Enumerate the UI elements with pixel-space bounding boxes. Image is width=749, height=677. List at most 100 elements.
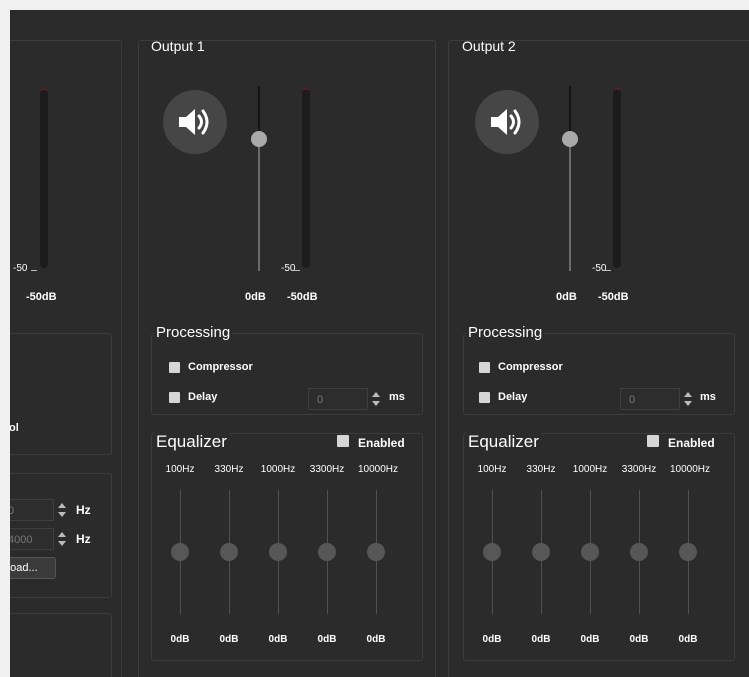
output-1-equalizer-title: Equalizer: [154, 432, 229, 452]
spinner-down-icon: [372, 401, 380, 406]
output-2-delay-label: Delay: [498, 391, 528, 403]
output-1-eq-enabled-checkbox[interactable]: [337, 435, 349, 447]
output-2-volume-track: [569, 139, 571, 271]
output-1-panel: Output 1 0dB -50 -50dB Processing Compre…: [138, 38, 436, 677]
eq-band-slider[interactable]: [171, 543, 189, 561]
filter-low-hz-label: Hz: [76, 503, 91, 517]
input-bottom-box: [10, 613, 112, 677]
eq-band-gain-label: 0dB: [678, 634, 698, 645]
spinner-down-icon: [58, 541, 66, 546]
eq-band-gain-label: 0dB: [482, 634, 502, 645]
output-2-gain-label: 0dB: [556, 291, 577, 303]
eq-band-slider[interactable]: [318, 543, 336, 561]
input-meter-scale-label: -50: [13, 263, 28, 274]
output-2-delay-input[interactable]: 0: [620, 388, 680, 410]
filter-low-frequency-input[interactable]: 0: [10, 499, 54, 521]
eq-band-gain-label: 0dB: [219, 634, 239, 645]
input-filter-box: 0 Hz 4000 Hz Load...: [10, 473, 112, 598]
eq-band-slider[interactable]: [367, 543, 385, 561]
filter-low-frequency-spinner[interactable]: [55, 499, 69, 521]
filter-high-hz-label: Hz: [76, 532, 91, 546]
output-1-eq-enabled-label: Enabled: [358, 436, 405, 450]
output-1-level-label: -50dB: [287, 291, 318, 303]
output-1-volume-track: [258, 139, 260, 271]
output-1-delay-label: Delay: [188, 391, 218, 403]
eq-band-gain-label: 0dB: [580, 634, 600, 645]
output-1-processing-title: Processing: [154, 324, 233, 341]
input-level-label: -50dB: [26, 291, 57, 303]
output-2-title: Output 2: [462, 38, 516, 54]
output-2-level-meter: [613, 88, 621, 268]
output-2-processing-title: Processing: [466, 324, 545, 341]
spinner-down-icon: [58, 512, 66, 517]
eq-band-gain-label: 0dB: [170, 634, 190, 645]
eq-band-slider[interactable]: [630, 543, 648, 561]
spinner-up-icon: [58, 532, 66, 537]
spinner-up-icon: [58, 503, 66, 508]
eq-band-slider[interactable]: [269, 543, 287, 561]
eq-band-frequency-label: 3300Hz: [621, 464, 657, 475]
load-button[interactable]: Load...: [10, 557, 56, 579]
output-1-delay-input[interactable]: 0: [308, 388, 368, 410]
output-1-compressor-checkbox[interactable]: [169, 362, 180, 373]
output-1-title: Output 1: [151, 38, 205, 54]
output-2-equalizer-title: Equalizer: [466, 432, 541, 452]
output-2-equalizer-box: Equalizer Enabled 100Hz 0dB 330Hz 0dB 1000Hz…: [463, 432, 735, 661]
eq-band-slider[interactable]: [581, 543, 599, 561]
eq-band-gain-label: 0dB: [531, 634, 551, 645]
eq-band-gain-label: 0dB: [317, 634, 337, 645]
output-1-equalizer-box: Equalizer Enabled 100Hz 0dB 330Hz 0dB 1000Hz…: [151, 432, 423, 661]
speaker-volume-icon: [179, 109, 209, 135]
output-2-mute-button[interactable]: [475, 90, 539, 154]
output-1-level-meter: [302, 88, 310, 268]
output-1-compressor-label: Compressor: [188, 361, 253, 373]
output-2-meter-scale-label: -50: [592, 263, 607, 274]
output-2-processing-box: Processing Compressor Delay 0 ms: [463, 324, 735, 415]
eq-band-frequency-label: 100Hz: [477, 464, 507, 475]
eq-band-gain-label: 0dB: [366, 634, 386, 645]
output-1-meter-tick: [294, 270, 300, 271]
output-2-delay-spinner[interactable]: [681, 388, 695, 410]
spinner-up-icon: [684, 392, 692, 397]
eq-band-frequency-label: 10000Hz: [670, 464, 711, 475]
output-2-delay-value: 0: [629, 394, 636, 406]
audio-mixer-app: -50 -50dB ol 0 Hz 4000 Hz Load... Output…: [10, 10, 749, 677]
spinner-down-icon: [684, 401, 692, 406]
output-1-meter-scale-label: -50: [281, 263, 296, 274]
output-1-delay-spinner[interactable]: [369, 388, 383, 410]
eq-band-frequency-label: 330Hz: [526, 464, 556, 475]
eq-band-slider[interactable]: [483, 543, 501, 561]
output-1-mute-button[interactable]: [163, 90, 227, 154]
output-1-volume-slider[interactable]: [251, 131, 267, 147]
output-2-delay-checkbox[interactable]: [479, 392, 490, 403]
eq-band-frequency-label: 1000Hz: [260, 464, 296, 475]
eq-band-gain-label: 0dB: [268, 634, 288, 645]
output-1-processing-box: Processing Compressor Delay 0 ms: [151, 324, 423, 415]
eq-band-frequency-label: 100Hz: [165, 464, 195, 475]
speaker-volume-icon: [491, 109, 521, 135]
output-2-eq-enabled-label: Enabled: [668, 436, 715, 450]
output-1-gain-label: 0dB: [245, 291, 266, 303]
eq-band-slider[interactable]: [220, 543, 238, 561]
output-1-delay-value: 0: [317, 394, 324, 406]
output-2-eq-enabled-checkbox[interactable]: [647, 435, 659, 447]
output-1-delay-checkbox[interactable]: [169, 392, 180, 403]
input-option-label: ol: [10, 422, 19, 434]
eq-band-frequency-label: 3300Hz: [309, 464, 345, 475]
output-2-panel: Output 2 0dB -50 -50dB Processing Compre…: [448, 38, 749, 677]
eq-band-slider[interactable]: [532, 543, 550, 561]
filter-low-frequency-value: 0: [10, 505, 15, 517]
eq-band-frequency-label: 10000Hz: [358, 464, 399, 475]
output-2-meter-tick: [605, 270, 611, 271]
output-2-volume-slider[interactable]: [562, 131, 578, 147]
eq-band-slider[interactable]: [679, 543, 697, 561]
filter-high-frequency-value: 4000: [10, 534, 33, 546]
input-level-meter: [40, 88, 48, 268]
output-2-compressor-label: Compressor: [498, 361, 563, 373]
filter-high-frequency-input[interactable]: 4000: [10, 528, 54, 550]
filter-high-frequency-spinner[interactable]: [55, 528, 69, 550]
input-options-box: ol: [10, 333, 112, 455]
output-2-delay-unit: ms: [700, 391, 716, 403]
spinner-up-icon: [372, 392, 380, 397]
output-2-compressor-checkbox[interactable]: [479, 362, 490, 373]
